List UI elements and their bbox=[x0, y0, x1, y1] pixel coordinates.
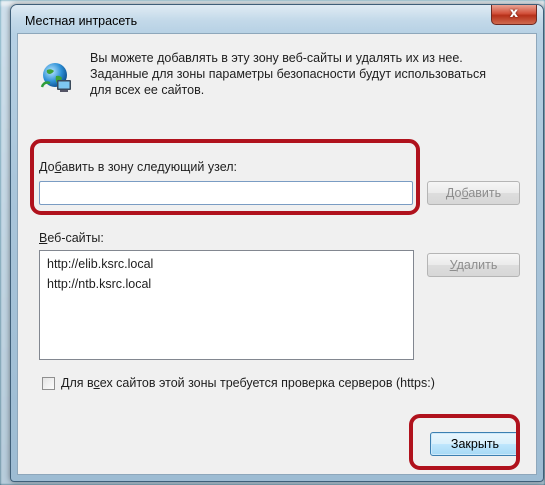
https-requirement-row[interactable]: Для всех сайтов этой зоны требуется пров… bbox=[42, 376, 435, 390]
https-checkbox-label: Для всех сайтов этой зоны требуется пров… bbox=[61, 376, 435, 390]
zone-info-text: Вы можете добавлять в эту зону веб-сайты… bbox=[90, 51, 487, 97]
websites-label: Веб-сайты: bbox=[39, 231, 104, 245]
window-close-button[interactable]: x bbox=[491, 5, 537, 25]
add-site-label: Добавить в зону следующий узел: bbox=[39, 160, 238, 174]
close-icon: x bbox=[509, 6, 519, 21]
globe-computer-icon bbox=[40, 63, 71, 92]
dialog-client-area: Вы можете добавлять в эту зону веб-сайты… bbox=[17, 33, 537, 475]
close-button[interactable]: Закрыть bbox=[430, 432, 520, 456]
add-button[interactable]: Добавить bbox=[427, 181, 520, 205]
zone-sites-dialog: Местная интрасеть x Вы можете добавлять … bbox=[10, 4, 544, 482]
window-title: Местная интрасеть bbox=[25, 14, 138, 28]
title-bar[interactable]: Местная интрасеть bbox=[11, 5, 543, 34]
list-item[interactable]: http://ntb.ksrc.local bbox=[44, 275, 409, 295]
https-checkbox[interactable] bbox=[42, 376, 55, 390]
websites-list[interactable]: http://elib.ksrc.local http://ntb.ksrc.l… bbox=[39, 250, 414, 360]
add-site-input[interactable] bbox=[39, 181, 413, 205]
list-item[interactable]: http://elib.ksrc.local bbox=[44, 255, 409, 275]
remove-button[interactable]: Удалить bbox=[427, 253, 520, 277]
